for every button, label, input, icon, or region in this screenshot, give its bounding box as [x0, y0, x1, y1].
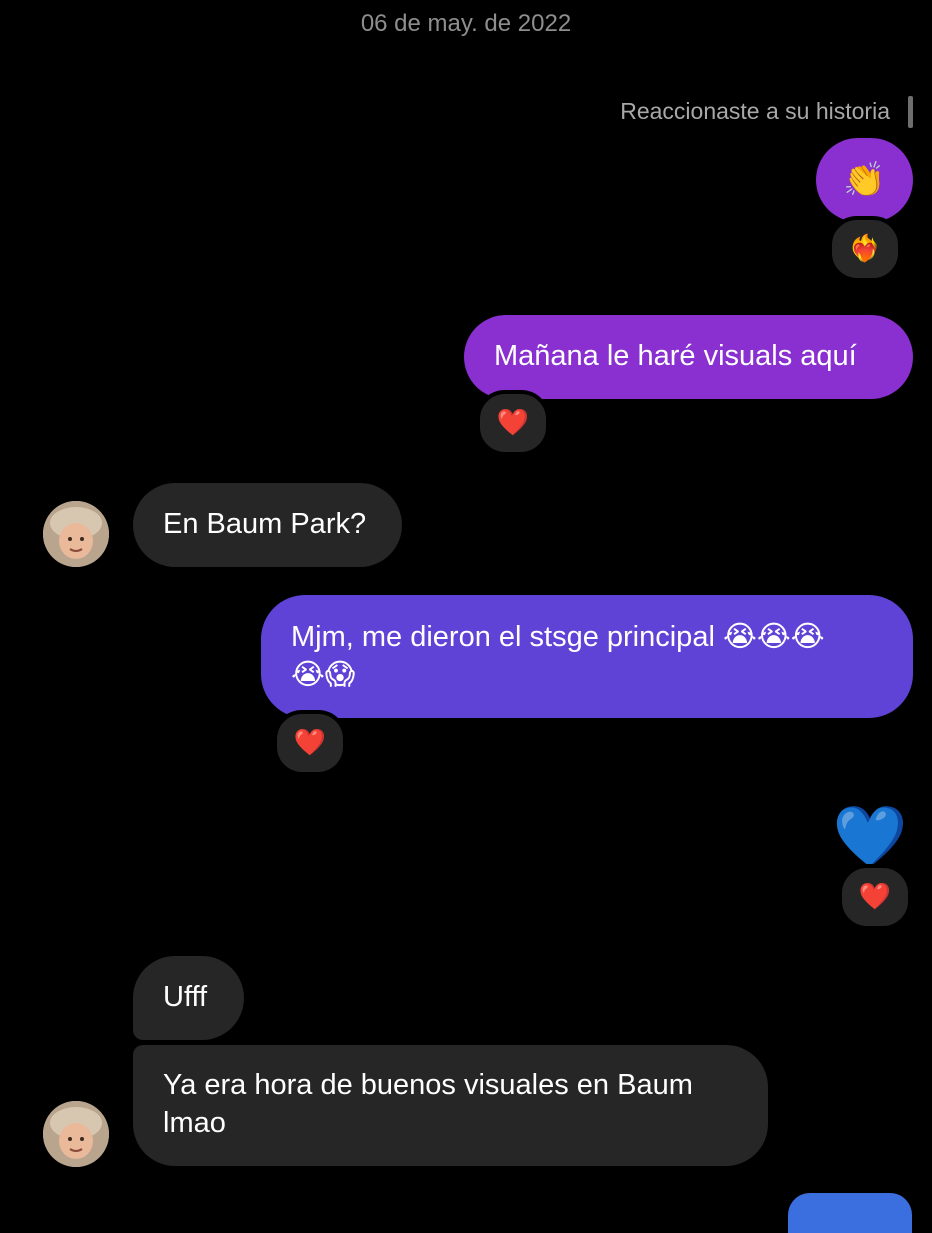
message-text: Ufff [163, 981, 208, 1013]
emoji-message[interactable]: 💙 [828, 798, 912, 874]
red-heart-icon: ❤️ [858, 882, 892, 912]
message-bubble-sent[interactable]: Mañana le haré visuals aquí [464, 315, 913, 399]
message-text-line: 😭😱 [291, 659, 356, 691]
story-reaction-note: Reaccionaste a su historia [620, 98, 890, 124]
message-text-line: Mjm, me dieron el stsge principal 😭😭😭 [291, 621, 825, 653]
heart-on-fire-icon: ❤️‍🔥 [848, 234, 882, 264]
message-text-line: Ya era hora de buenos visuales en Baum [163, 1069, 693, 1101]
avatar[interactable] [43, 1101, 109, 1167]
message-bubble-sent-partial[interactable] [788, 1193, 912, 1233]
avatar-photo [43, 1101, 109, 1167]
message-bubble-sent[interactable]: Mjm, me dieron el stsge principal 😭😭😭 😭😱 [261, 595, 913, 718]
red-heart-icon: ❤️ [496, 408, 530, 438]
message-bubble-received[interactable]: En Baum Park? [133, 483, 402, 567]
reaction-badge[interactable]: ❤️ [273, 710, 347, 776]
clapping-hands-icon: 👏 [843, 160, 886, 200]
story-reaction-bubble[interactable]: 👏 [816, 138, 913, 222]
message-text: En Baum Park? [163, 508, 367, 540]
avatar-photo [43, 501, 109, 567]
avatar[interactable] [43, 501, 109, 567]
message-bubble-received[interactable]: Ufff [133, 956, 244, 1040]
date-separator: 06 de may. de 2022 [360, 10, 572, 37]
reaction-badge[interactable]: ❤️ [476, 390, 550, 456]
red-heart-icon: ❤️ [293, 728, 327, 758]
story-preview-bar[interactable] [908, 96, 913, 128]
message-text: Mañana le haré visuals aquí [494, 340, 857, 372]
reaction-badge[interactable]: ❤️ [838, 864, 912, 930]
blue-heart-icon: 💙 [832, 801, 908, 872]
message-bubble-received[interactable]: Ya era hora de buenos visuales en Baum l… [133, 1045, 768, 1166]
message-text-line: lmao [163, 1107, 226, 1139]
reaction-badge[interactable]: ❤️‍🔥 [828, 216, 902, 282]
